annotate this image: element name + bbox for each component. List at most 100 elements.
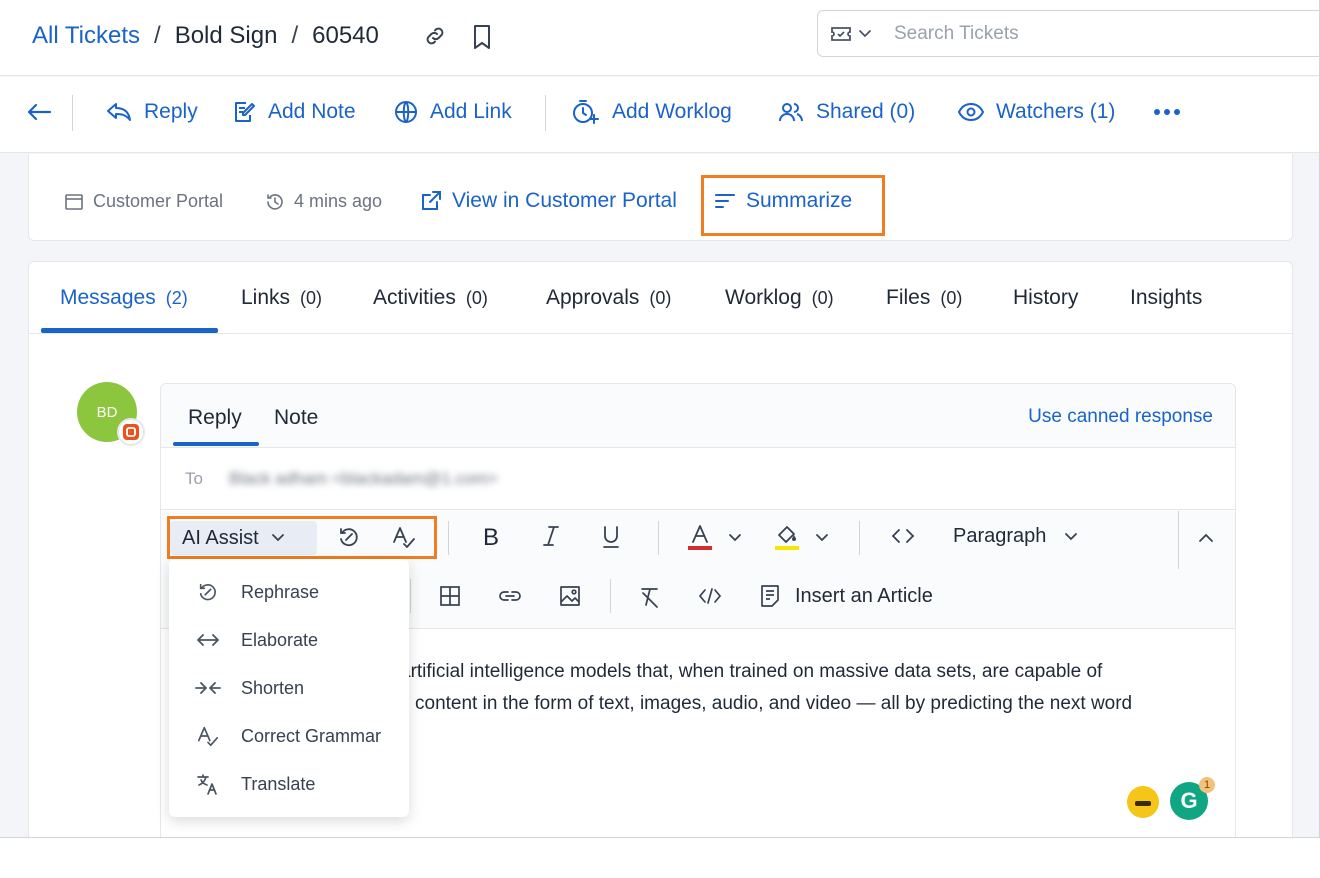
shared-label: Shared (0) [816, 100, 916, 123]
toolbar-divider [1178, 511, 1179, 569]
tab-label: History [1013, 286, 1079, 309]
recipient-field[interactable]: Black adham <blackadam@1.com> [229, 469, 498, 489]
insert-article-button[interactable]: Insert an Article [759, 584, 933, 608]
bold-icon[interactable]: B [481, 524, 501, 548]
chevron-up-icon[interactable] [1198, 533, 1214, 543]
bookmark-icon[interactable] [471, 24, 493, 50]
tab-worklog[interactable]: Worklog (0) [725, 286, 834, 310]
note-edit-icon [232, 100, 256, 124]
grammarly-count-badge: 1 [1199, 777, 1215, 793]
tab-messages[interactable]: Messages (2) [60, 286, 188, 310]
editor-line: artificial intelligence models that, whe… [400, 661, 1103, 682]
back-arrow-icon[interactable] [26, 97, 52, 127]
to-label: To [185, 469, 203, 488]
composer-tabs: Reply Note Use canned response [161, 384, 1235, 448]
rephrase-icon [195, 581, 221, 603]
underline-icon[interactable] [601, 524, 621, 550]
menu-label: Shorten [241, 677, 305, 698]
link-icon[interactable] [423, 24, 447, 48]
to-row: To Black adham <blackadam@1.com> [161, 449, 1235, 510]
add-link-button[interactable]: Add Link [394, 97, 512, 127]
tab-links[interactable]: Links (0) [241, 286, 322, 310]
tab-label: Worklog [725, 286, 802, 309]
add-note-label: Add Note [268, 100, 356, 123]
tab-history[interactable]: History [1013, 286, 1078, 310]
tab-insights[interactable]: Insights [1130, 286, 1202, 310]
expand-arrows-icon [195, 632, 221, 648]
ticket-info-card: Customer Portal 4 mins ago View in Custo… [28, 154, 1293, 241]
composer-tab-note[interactable]: Note [274, 406, 318, 430]
emoji-picker-icon[interactable] [1127, 786, 1159, 818]
history-clock-icon [265, 192, 285, 212]
watchers-button[interactable]: Watchers (1) [958, 97, 1115, 127]
tab-count: (0) [940, 287, 963, 308]
table-icon[interactable] [439, 585, 461, 607]
tab-count: (2) [165, 287, 188, 308]
ai-assist-menu: Rephrase Elaborate Shorten Correct Gramm… [169, 559, 409, 817]
breadcrumb-all-tickets[interactable]: All Tickets [32, 22, 140, 50]
clear-formatting-icon[interactable] [638, 585, 662, 609]
paragraph-format-select[interactable]: Paragraph [953, 525, 1078, 548]
tab-label: Links [241, 286, 291, 309]
toolbar-divider [448, 521, 449, 555]
breadcrumb-separator: / [154, 22, 161, 49]
tab-count: (0) [649, 287, 672, 308]
menu-label: Translate [241, 773, 316, 794]
toolbar-divider [410, 579, 411, 613]
chevron-down-icon[interactable] [858, 29, 872, 39]
text-color-icon[interactable] [687, 523, 713, 551]
hyperlink-icon[interactable] [498, 587, 522, 605]
ai-menu-rephrase[interactable]: Rephrase [195, 578, 319, 606]
toolbar-divider [545, 95, 546, 131]
toolbar-divider [72, 95, 73, 131]
reply-icon [106, 101, 132, 123]
tab-label: Files [886, 286, 931, 309]
insert-article-label: Insert an Article [795, 584, 933, 607]
search-input[interactable]: Search Tickets [894, 23, 1019, 45]
use-canned-response-link[interactable]: Use canned response [1028, 406, 1213, 428]
browser-window-icon [64, 192, 84, 212]
tab-files[interactable]: Files (0) [886, 286, 962, 310]
breadcrumb-group[interactable]: Bold Sign [175, 22, 278, 50]
chevron-down-icon[interactable] [728, 533, 742, 543]
ticket-tabs: Messages (2) Links (0) Activities (0) Appro… [29, 262, 1292, 334]
view-in-portal-label: View in Customer Portal [452, 189, 677, 212]
more-options-icon[interactable] [1153, 97, 1181, 127]
ai-menu-correct-grammar[interactable]: Correct Grammar [195, 722, 381, 750]
tab-approvals[interactable]: Approvals (0) [546, 286, 671, 310]
editor-body-text: artificial intelligence models that, whe… [400, 656, 1210, 720]
portal-badge-icon [117, 418, 145, 446]
tab-label: Activities [373, 286, 456, 309]
tab-count: (0) [300, 287, 323, 308]
external-link-icon [420, 190, 442, 212]
article-icon [759, 584, 781, 608]
tab-label: Messages [60, 286, 156, 309]
shared-button[interactable]: Shared (0) [778, 97, 915, 127]
italic-icon[interactable] [541, 524, 561, 548]
ai-menu-shorten[interactable]: Shorten [195, 674, 304, 702]
globe-icon [394, 100, 418, 124]
composer-tab-reply[interactable]: Reply [188, 406, 242, 430]
ai-menu-translate[interactable]: Translate [195, 770, 315, 798]
add-note-button[interactable]: Add Note [232, 97, 356, 127]
chevron-down-icon[interactable] [815, 533, 829, 543]
svg-text:B: B [483, 524, 499, 548]
ticket-icon[interactable] [830, 26, 852, 42]
reply-button[interactable]: Reply [106, 97, 198, 127]
active-tab-indicator [41, 328, 218, 333]
code-view-icon[interactable] [891, 527, 915, 545]
highlight-color-icon[interactable] [774, 523, 800, 551]
add-worklog-button[interactable]: Add Worklog [572, 97, 732, 127]
tab-activities[interactable]: Activities (0) [373, 286, 488, 310]
source-code-icon[interactable] [698, 587, 722, 605]
ai-menu-elaborate[interactable]: Elaborate [195, 626, 318, 654]
breadcrumb-separator: / [291, 22, 299, 49]
reply-label: Reply [144, 100, 198, 123]
editor-line: content in the form of text, images, aud… [415, 693, 1133, 714]
tab-label: Approvals [546, 286, 640, 309]
timer-add-icon [572, 99, 600, 125]
translate-icon [195, 772, 221, 796]
watchers-label: Watchers (1) [996, 100, 1116, 123]
view-in-portal-link[interactable]: View in Customer Portal [420, 189, 677, 213]
image-icon[interactable] [559, 585, 581, 607]
